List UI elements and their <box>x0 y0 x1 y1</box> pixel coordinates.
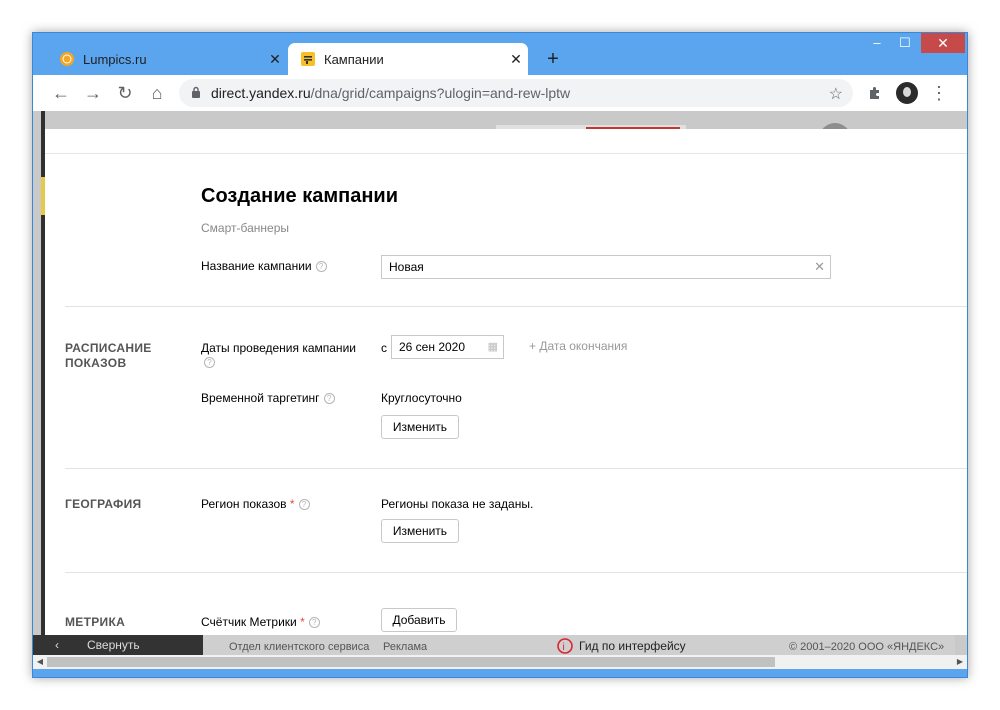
lock-icon <box>191 85 201 101</box>
interface-guide-link[interactable]: Гид по интерфейсу <box>579 639 686 653</box>
extensions-puzzle-icon[interactable] <box>861 79 889 107</box>
campaign-name-label: Название кампании? <box>201 259 327 273</box>
section-geography: ГЕОГРАФИЯ <box>65 497 142 511</box>
create-campaign-form: Создание кампании Смарт-баннеры Название… <box>45 129 967 635</box>
copyright: © 2001–2020 ООО «ЯНДЕКС» <box>789 641 945 653</box>
footer-link-support[interactable]: Отдел клиентского сервиса <box>229 641 369 653</box>
collapse-sidebar-button[interactable]: ‹ Свернуть <box>33 635 203 655</box>
section-schedule: РАСПИСАНИЕ ПОКАЗОВ <box>65 341 152 370</box>
browser-window: – ☐ ✕ Lumpics.ru ✕ Кампании ✕ + ← → ↻ ⌂ … <box>32 32 968 678</box>
page-title: Создание кампании <box>201 185 399 207</box>
add-end-date-link[interactable]: + Дата окончания <box>529 339 627 353</box>
footer-link-ads[interactable]: Реклама <box>383 641 427 653</box>
help-icon[interactable]: ? <box>308 617 320 628</box>
reload-button[interactable]: ↻ <box>111 79 139 107</box>
divider <box>65 572 967 573</box>
region-value: Регионы показа не заданы. <box>381 497 534 511</box>
tab-close-icon[interactable]: ✕ <box>263 51 287 68</box>
page-footer: ‹ Свернуть Отдел клиентского сервиса Рекл… <box>33 635 955 655</box>
new-tab-button[interactable]: + <box>539 45 567 73</box>
bookmark-star-icon[interactable]: ☆ <box>829 84 843 104</box>
maximize-button[interactable]: ☐ <box>891 33 919 53</box>
change-time-targeting-button[interactable]: Изменить <box>381 415 459 439</box>
scroll-right-icon[interactable]: ▶ <box>953 655 967 669</box>
calendar-icon: ▦ <box>487 341 498 353</box>
section-metrika: МЕТРИКА <box>65 615 126 629</box>
date-from-prefix: с <box>381 341 387 355</box>
metrika-counter-label: Счётчик Метрики *? <box>201 615 320 629</box>
start-date-input[interactable]: 26 сен 2020 ▦ <box>391 335 504 359</box>
scrollbar-thumb[interactable] <box>47 657 775 667</box>
home-button[interactable]: ⌂ <box>143 79 171 107</box>
time-targeting-value: Круглосуточно <box>381 391 462 405</box>
region-label: Регион показов *? <box>201 497 310 511</box>
browser-menu-button[interactable]: ⋮ <box>925 79 953 107</box>
tab-lumpics[interactable]: Lumpics.ru ✕ <box>47 43 287 75</box>
time-targeting-label: Временной таргетинг? <box>201 391 335 405</box>
change-region-button[interactable]: Изменить <box>381 519 459 543</box>
help-icon[interactable]: ? <box>323 393 335 404</box>
forward-button[interactable]: → <box>79 79 107 107</box>
page-viewport: Создание кампании Смарт-баннеры Название… <box>33 111 967 655</box>
tab-title: Lumpics.ru <box>83 51 147 67</box>
profile-avatar[interactable] <box>893 79 921 107</box>
help-icon[interactable]: ? <box>298 499 310 510</box>
back-button[interactable]: ← <box>47 79 75 107</box>
guide-icon: i <box>549 637 573 655</box>
campaign-type: Смарт-баннеры <box>201 221 289 235</box>
clear-icon[interactable]: ✕ <box>814 256 825 278</box>
svg-text:i: i <box>563 642 565 653</box>
help-icon[interactable]: ? <box>204 357 215 368</box>
orange-favicon-icon <box>59 51 75 67</box>
url-host: direct.yandex.ru <box>211 85 311 101</box>
campaign-dates-label: Даты проведения кампании? <box>201 341 356 368</box>
tab-campaigns[interactable]: Кампании ✕ <box>288 43 528 75</box>
url-path: /dna/grid/campaigns?ulogin=and-rew-lptw <box>310 85 571 101</box>
scroll-left-icon[interactable]: ◀ <box>33 655 47 669</box>
chevron-left-icon: ‹ <box>55 638 59 652</box>
minimize-button[interactable]: – <box>863 33 891 53</box>
close-window-button[interactable]: ✕ <box>921 33 965 53</box>
add-metrika-button[interactable]: Добавить <box>381 608 457 632</box>
tab-title: Кампании <box>324 51 384 67</box>
horizontal-scrollbar[interactable]: ◀ ▶ <box>33 655 967 669</box>
browser-toolbar: ← → ↻ ⌂ direct.yandex.ru/dna/grid/campai… <box>33 75 967 111</box>
divider <box>65 306 967 307</box>
campaign-name-input[interactable]: Новая ✕ <box>381 255 831 279</box>
yandex-direct-favicon-icon <box>300 51 316 67</box>
address-bar[interactable]: direct.yandex.ru/dna/grid/campaigns?ulog… <box>179 79 853 107</box>
divider <box>65 468 967 469</box>
help-icon[interactable]: ? <box>315 261 327 272</box>
tab-close-icon[interactable]: ✕ <box>504 51 528 68</box>
